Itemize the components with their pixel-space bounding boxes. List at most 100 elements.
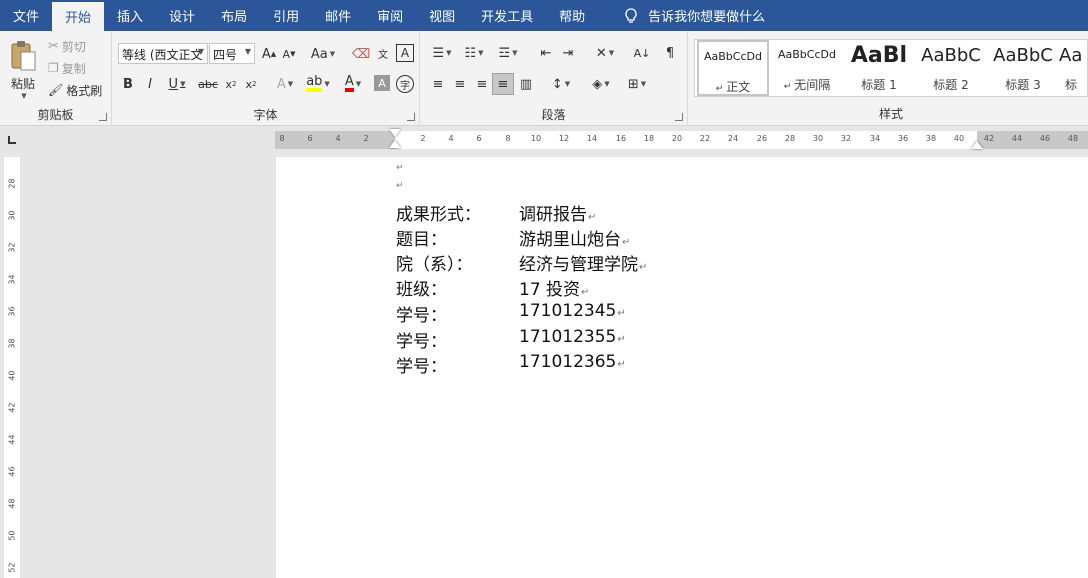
field-label: 班级： <box>396 280 447 300</box>
line-spacing-icon[interactable]: ↕ ▼ <box>546 75 576 93</box>
change-case-button[interactable]: Aa ▼ <box>308 44 338 64</box>
clipboard-launcher-icon[interactable] <box>99 113 107 121</box>
style-no-spacing[interactable]: AaBbCcDd ↵ 无间隔 <box>771 40 843 96</box>
font-size-value: 四号 <box>213 48 238 62</box>
tab-mailings[interactable]: 邮件 <box>312 0 364 31</box>
ribbon-tab-bar: 文件 开始 插入 设计 布局 引用 邮件 审阅 视图 开发工具 帮助 告诉我你想… <box>0 0 1088 31</box>
subscript-icon[interactable]: x2 <box>222 75 240 93</box>
tab-help[interactable]: 帮助 <box>546 0 598 31</box>
shrink-font-icon[interactable]: A ▼ <box>280 44 298 64</box>
style-heading-2[interactable]: AaBbC 标题 2 <box>915 40 987 96</box>
copy-label: 复制 <box>61 61 86 76</box>
ruler-number: 40 <box>7 370 17 381</box>
hanging-indent-marker[interactable] <box>389 140 401 148</box>
horizontal-ruler[interactable]: 8 6 4 2 2 4 6 8 10 12 14 16 18 20 22 24 … <box>275 129 1088 149</box>
underline-icon[interactable]: U ▼ <box>164 75 190 93</box>
style-title[interactable]: Aa 标 <box>1059 40 1087 96</box>
cut-button[interactable]: ✂ 剪切 <box>48 37 86 55</box>
style-sample: AaBl <box>850 43 908 68</box>
styles-group-label: 样式 <box>878 107 903 121</box>
copy-button[interactable]: ❐ 复制 <box>48 59 86 77</box>
justify-icon[interactable]: ≡ <box>492 73 514 95</box>
field-label: 成果形式： <box>396 205 481 225</box>
field-label: 题目： <box>396 230 447 250</box>
tab-references[interactable]: 引用 <box>260 0 312 31</box>
tab-home[interactable]: 开始 <box>52 2 105 31</box>
sort-icon[interactable]: A↓ <box>632 43 652 63</box>
highlight-icon[interactable]: ab ▼ <box>302 75 334 93</box>
asian-layout-icon[interactable]: ✕ ▼ <box>590 43 620 63</box>
font-launcher-icon[interactable] <box>407 113 415 121</box>
ruler-number: 38 <box>925 134 937 143</box>
group-font: 等线 (西文正文 ▼ 四号 ▼ A ▲ A ▼ Aa ▼ ⌫ 文 A B I U ▼ a… <box>112 31 420 126</box>
style-name: 标题 3 <box>1005 78 1041 92</box>
ruler-number: 48 <box>7 498 17 509</box>
decrease-indent-icon[interactable]: ⇤ <box>536 43 556 63</box>
style-name: ↵ 正文 <box>715 80 751 94</box>
vertical-ruler[interactable]: 28 30 32 34 36 38 40 42 44 46 48 50 52 <box>4 157 20 578</box>
style-normal[interactable]: AaBbCcDd ↵ 正文 <box>697 40 769 96</box>
superscript-icon[interactable]: x2 <box>242 75 260 93</box>
paste-button[interactable]: 粘贴 ▼ <box>6 37 40 103</box>
increase-indent-icon[interactable]: ⇥ <box>558 43 578 63</box>
tab-review[interactable]: 审阅 <box>364 0 416 31</box>
clear-format-icon[interactable]: ⌫ <box>352 44 370 64</box>
char-shading-icon[interactable]: A <box>374 75 390 91</box>
ruler-number: 50 <box>7 530 17 541</box>
tell-me-box[interactable]: 告诉我你想要做什么 <box>624 0 765 31</box>
ruler-number: 14 <box>586 134 598 143</box>
tab-design[interactable]: 设计 <box>156 0 208 31</box>
tab-file[interactable]: 文件 <box>0 0 52 31</box>
numbering-icon[interactable]: ☷ ▼ <box>460 43 488 63</box>
ruler-number: 46 <box>7 466 17 477</box>
phonetic-guide-icon[interactable]: 文 <box>374 42 392 64</box>
bullets-icon[interactable]: ☰ ▼ <box>428 43 456 63</box>
chevron-down-icon: ▼ <box>197 47 204 56</box>
field-value: 经济与管理学院↵ <box>519 255 648 275</box>
char-border-icon[interactable]: A <box>396 44 414 62</box>
distributed-icon[interactable]: ▥ <box>516 75 536 93</box>
tab-selector[interactable] <box>0 128 24 152</box>
enclose-char-icon[interactable]: 字 <box>396 75 414 93</box>
ruler-number: 4 <box>335 134 341 143</box>
document-page[interactable]: ↵ ↵ 成果形式： 调研报告↵ 题目： 游胡里山炮台↵ 院（系）： 经济与管理学… <box>276 157 1088 578</box>
ruler-number: 18 <box>643 134 655 143</box>
borders-icon[interactable]: ⊞ ▼ <box>622 75 652 93</box>
ruler-number: 36 <box>7 306 17 317</box>
multilevel-list-icon[interactable]: ☲ ▼ <box>492 43 524 63</box>
align-left-icon[interactable]: ≡ <box>428 75 448 93</box>
align-right-icon[interactable]: ≡ <box>472 75 492 93</box>
paragraph-launcher-icon[interactable] <box>675 113 683 121</box>
show-marks-icon[interactable]: ¶ <box>660 43 680 63</box>
field-value: 171012355↵ <box>519 327 626 347</box>
shading-icon[interactable]: ◈ ▼ <box>586 75 616 93</box>
ruler-number: 6 <box>476 134 482 143</box>
grow-font-icon[interactable]: A ▲ <box>260 44 278 64</box>
paragraph-mark: ↵ <box>396 181 404 191</box>
field-value: 游胡里山炮台↵ <box>519 230 631 250</box>
tab-insert[interactable]: 插入 <box>104 0 156 31</box>
tab-developer[interactable]: 开发工具 <box>468 0 546 31</box>
style-sample: AaBbC <box>921 45 981 66</box>
align-center-icon[interactable]: ≡ <box>450 75 470 93</box>
italic-icon[interactable]: I <box>142 75 158 93</box>
first-line-indent-marker[interactable] <box>389 129 401 137</box>
text-effects-icon[interactable]: A ▼ <box>272 75 298 93</box>
right-indent-marker[interactable] <box>971 141 983 149</box>
font-size-combo[interactable]: 四号 ▼ <box>209 43 255 64</box>
bold-icon[interactable]: B <box>120 75 136 93</box>
tab-layout[interactable]: 布局 <box>208 0 260 31</box>
style-heading-1[interactable]: AaBl 标题 1 <box>843 40 915 96</box>
tab-view[interactable]: 视图 <box>416 0 468 31</box>
format-painter-button[interactable]: 🖌 格式刷 <box>48 81 102 99</box>
field-label: 院（系）： <box>396 255 473 275</box>
font-color-icon[interactable]: A ▼ <box>338 75 368 93</box>
font-name-combo[interactable]: 等线 (西文正文 ▼ <box>118 43 208 64</box>
style-sample: Aa <box>1059 45 1083 66</box>
ruler-number: 46 <box>1039 134 1051 143</box>
style-sample: AaBbC <box>993 45 1053 66</box>
strikethrough-icon[interactable]: abc <box>196 75 220 93</box>
ruler-number: 52 <box>7 562 17 573</box>
style-heading-3[interactable]: AaBbC 标题 3 <box>987 40 1059 96</box>
ruler-number: 26 <box>756 134 768 143</box>
